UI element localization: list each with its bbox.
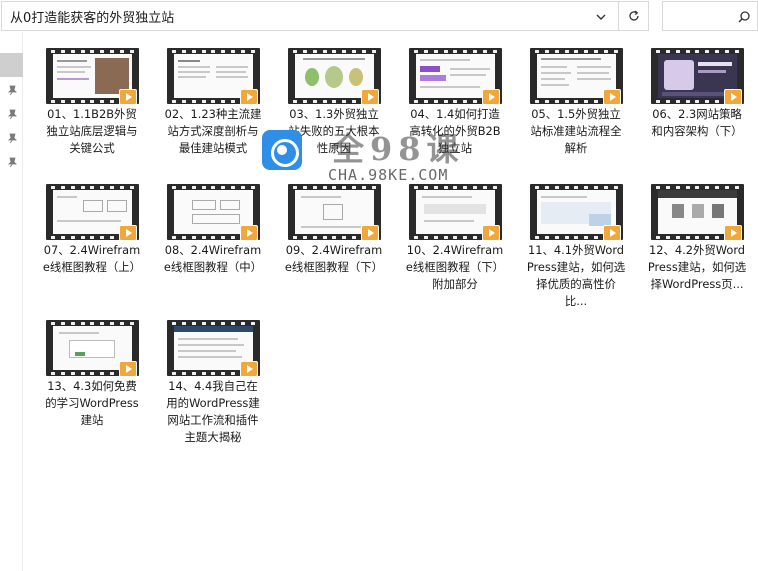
refresh-button[interactable] — [619, 1, 649, 31]
nav-selected-item[interactable] — [0, 53, 23, 77]
file-name: 14、4.4我自己在用的WordPress建网站工作流和插件主题大揭秘 — [166, 379, 260, 444]
video-thumbnail — [288, 184, 381, 241]
file-name: 01、1.1B2B外贸独立站底层逻辑与关键公式 — [46, 107, 138, 155]
video-thumbnail — [288, 48, 381, 105]
video-file-item[interactable]: 09、2.4Wireframe线框图教程（下） — [266, 176, 387, 312]
search-icon[interactable] — [737, 10, 751, 24]
pin-icon[interactable] — [6, 132, 18, 144]
chevron-down-icon[interactable] — [594, 10, 608, 24]
file-name: 07、2.4Wireframe线框图教程（上） — [42, 243, 142, 274]
file-name: 03、1.3外贸独立站失败的五大根本性原因 — [288, 107, 380, 155]
play-icon — [119, 361, 137, 377]
file-name: 09、2.4Wireframe线框图教程（下） — [284, 243, 384, 274]
play-icon — [724, 89, 742, 105]
play-icon — [361, 225, 379, 241]
video-file-item[interactable]: 08、2.4Wireframe线框图教程（中） — [145, 176, 266, 312]
file-name: 11、4.1外贸WordPress建站，如何选择优质的高性价比... — [526, 243, 626, 308]
top-bar: 从0打造能获客的外贸独立站 — [0, 0, 758, 32]
file-name: 05、1.5外贸独立站标准建站流程全解析 — [530, 107, 622, 155]
video-thumbnail — [167, 48, 260, 105]
play-icon — [482, 89, 500, 105]
video-file-item[interactable]: 10、2.4Wireframe线框图教程（下）附加部分 — [387, 176, 508, 312]
play-icon — [240, 361, 258, 377]
play-icon — [240, 225, 258, 241]
play-icon — [724, 225, 742, 241]
play-icon — [361, 89, 379, 105]
video-file-item[interactable]: 05、1.5外贸独立站标准建站流程全解析 — [508, 40, 629, 176]
file-name: 04、1.4如何打造高转化的外贸B2B独立站 — [409, 107, 501, 155]
play-icon — [119, 225, 137, 241]
address-bar[interactable]: 从0打造能获客的外贸独立站 — [1, 1, 619, 31]
file-name: 08、2.4Wireframe线框图教程（中） — [163, 243, 263, 274]
file-name: 02、1.23种主流建站方式深度剖析与最佳建站模式 — [164, 107, 262, 155]
pin-icon[interactable] — [6, 156, 18, 168]
play-icon — [482, 225, 500, 241]
address-path[interactable]: 从0打造能获客的外贸独立站 — [2, 7, 174, 26]
video-file-item[interactable]: 06、2.3网站策略和内容架构（下） — [629, 40, 750, 176]
video-thumbnail — [46, 320, 139, 377]
video-file-item[interactable]: 13、4.3如何免费的学习WordPress建站 — [24, 312, 145, 448]
navigation-pane — [0, 32, 23, 571]
file-name: 10、2.4Wireframe线框图教程（下）附加部分 — [405, 243, 505, 291]
video-thumbnail — [530, 48, 623, 105]
video-file-item[interactable]: 03、1.3外贸独立站失败的五大根本性原因 — [266, 40, 387, 176]
refresh-icon — [628, 10, 639, 21]
video-thumbnail — [409, 48, 502, 105]
file-name: 12、4.2外贸WordPress建站，如何选择WordPress页... — [647, 243, 747, 291]
video-file-item[interactable]: 12、4.2外贸WordPress建站，如何选择WordPress页... — [629, 176, 750, 312]
video-thumbnail — [167, 320, 260, 377]
video-thumbnail — [46, 48, 139, 105]
video-file-item[interactable]: 07、2.4Wireframe线框图教程（上） — [24, 176, 145, 312]
video-file-item[interactable]: 14、4.4我自己在用的WordPress建网站工作流和插件主题大揭秘 — [145, 312, 266, 472]
play-icon — [603, 89, 621, 105]
file-grid: 01、1.1B2B外贸独立站底层逻辑与关键公式 02、1.23种主流建站方式深度… — [24, 40, 758, 571]
play-icon — [240, 89, 258, 105]
search-input[interactable] — [667, 6, 733, 26]
search-box[interactable] — [662, 1, 758, 31]
pin-icon[interactable] — [6, 84, 18, 96]
video-thumbnail — [409, 184, 502, 241]
play-icon — [119, 89, 137, 105]
file-name: 13、4.3如何免费的学习WordPress建站 — [45, 379, 139, 427]
video-file-item[interactable]: 04、1.4如何打造高转化的外贸B2B独立站 — [387, 40, 508, 176]
video-file-item[interactable]: 01、1.1B2B外贸独立站底层逻辑与关键公式 — [24, 40, 145, 176]
file-name: 06、2.3网站策略和内容架构（下） — [651, 107, 743, 138]
video-thumbnail — [651, 184, 744, 241]
video-file-item[interactable]: 11、4.1外贸WordPress建站，如何选择优质的高性价比... — [508, 176, 629, 312]
video-thumbnail — [167, 184, 260, 241]
pin-icon[interactable] — [6, 108, 18, 120]
video-thumbnail — [46, 184, 139, 241]
video-file-item[interactable]: 02、1.23种主流建站方式深度剖析与最佳建站模式 — [145, 40, 266, 176]
play-icon — [603, 225, 621, 241]
video-thumbnail — [530, 184, 623, 241]
video-thumbnail — [651, 48, 744, 105]
